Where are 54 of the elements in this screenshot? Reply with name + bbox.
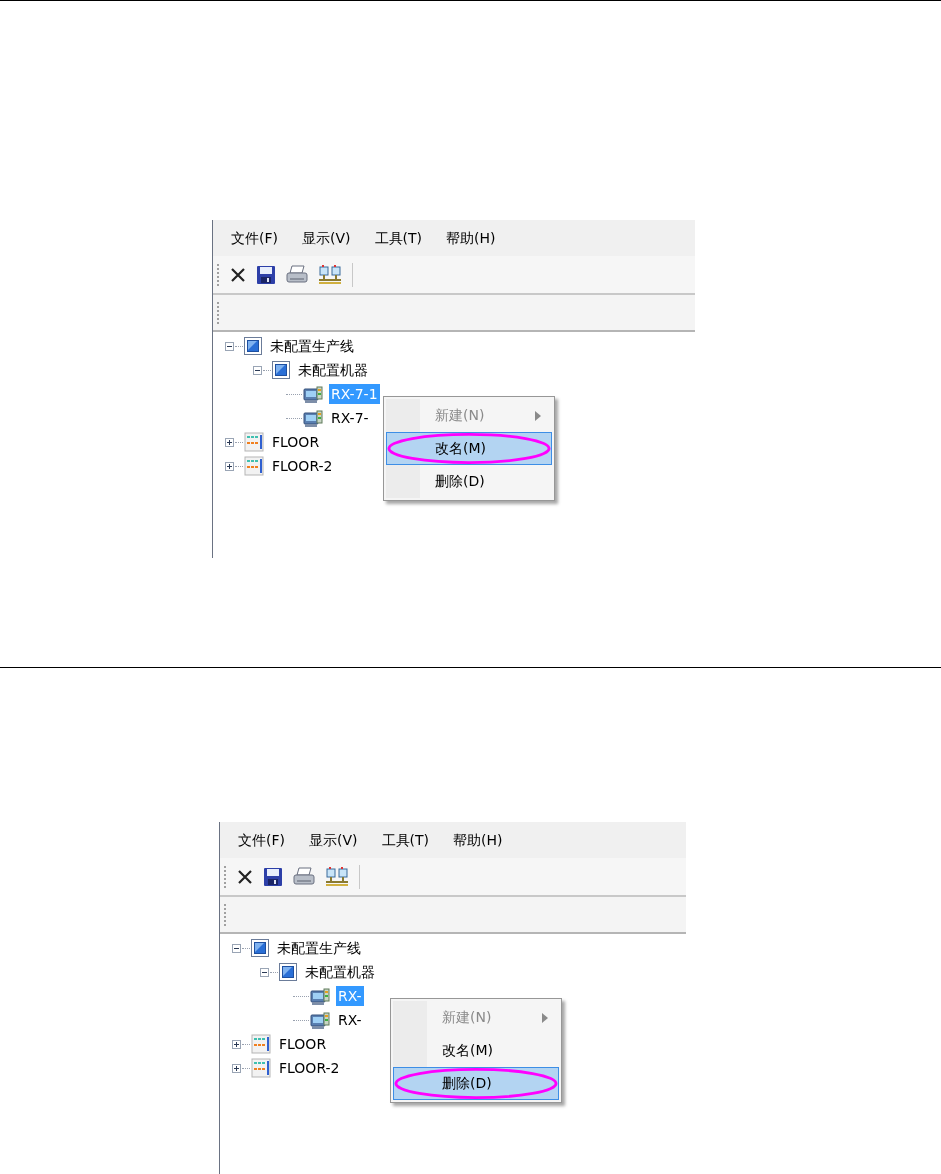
square-node-icon bbox=[279, 963, 297, 981]
computer-icon bbox=[310, 986, 330, 1006]
square-node-icon bbox=[244, 337, 262, 355]
grid-icon bbox=[244, 432, 264, 452]
context-menu-item[interactable]: 删除(D) bbox=[393, 1067, 559, 1100]
menu-item[interactable]: 工具(T) bbox=[368, 227, 428, 249]
tree-item[interactable]: 未配置机器 bbox=[296, 360, 370, 380]
context-menu-item[interactable]: 改名(M) bbox=[393, 1034, 559, 1067]
close-icon[interactable] bbox=[230, 266, 246, 283]
menu-item[interactable]: 文件(F) bbox=[225, 227, 284, 249]
computer-icon bbox=[310, 1010, 330, 1030]
menu-item[interactable]: 帮助(H) bbox=[440, 227, 502, 249]
computer-icon bbox=[303, 408, 323, 428]
tree-item[interactable]: 未配置机器 bbox=[303, 962, 377, 982]
menu-item[interactable]: 帮助(H) bbox=[447, 829, 509, 851]
context-menu-item[interactable]: 删除(D) bbox=[386, 465, 552, 498]
close-icon[interactable] bbox=[237, 868, 253, 885]
expand-icon[interactable] bbox=[225, 461, 234, 471]
network-icon[interactable] bbox=[325, 866, 349, 887]
collapse-icon[interactable] bbox=[260, 967, 269, 977]
tree-item[interactable]: 未配置生产线 bbox=[275, 938, 363, 958]
menu-item[interactable]: 工具(T) bbox=[375, 829, 435, 851]
tree-item[interactable]: FLOOR bbox=[270, 432, 322, 452]
collapse-icon[interactable] bbox=[232, 943, 241, 953]
expand-icon[interactable] bbox=[232, 1039, 241, 1049]
grid-icon bbox=[251, 1058, 271, 1078]
toolbar-grip-icon[interactable] bbox=[217, 263, 220, 286]
computer-icon bbox=[303, 384, 323, 404]
expand-icon[interactable] bbox=[232, 1063, 241, 1073]
grid-icon bbox=[244, 456, 264, 476]
tree-item[interactable]: RX-7- bbox=[329, 408, 371, 428]
tree-item[interactable]: FLOOR bbox=[277, 1034, 329, 1054]
expand-icon[interactable] bbox=[225, 437, 234, 447]
tree-item[interactable]: FLOOR-2 bbox=[270, 456, 335, 476]
printer-icon[interactable] bbox=[286, 264, 308, 285]
menu-item[interactable]: 显示(V) bbox=[296, 227, 357, 249]
context-menu-item[interactable]: 改名(M) bbox=[386, 432, 552, 465]
menu-item[interactable]: 文件(F) bbox=[232, 829, 291, 851]
square-node-icon bbox=[272, 361, 290, 379]
tree-item[interactable]: 未配置生产线 bbox=[268, 336, 356, 356]
toolbar-grip-icon[interactable] bbox=[217, 301, 220, 324]
printer-icon[interactable] bbox=[293, 866, 315, 887]
toolbar-grip-icon[interactable] bbox=[224, 865, 227, 888]
collapse-icon[interactable] bbox=[253, 365, 262, 375]
tree-item[interactable]: FLOOR-2 bbox=[277, 1058, 342, 1078]
save-icon[interactable] bbox=[256, 264, 276, 285]
toolbar-grip-icon[interactable] bbox=[224, 903, 227, 926]
tree-item[interactable]: RX- bbox=[336, 1010, 364, 1030]
square-node-icon bbox=[251, 939, 269, 957]
menu-item[interactable]: 显示(V) bbox=[303, 829, 364, 851]
save-icon[interactable] bbox=[263, 866, 283, 887]
collapse-icon[interactable] bbox=[225, 341, 234, 351]
grid-icon bbox=[251, 1034, 271, 1054]
network-icon[interactable] bbox=[318, 264, 342, 285]
